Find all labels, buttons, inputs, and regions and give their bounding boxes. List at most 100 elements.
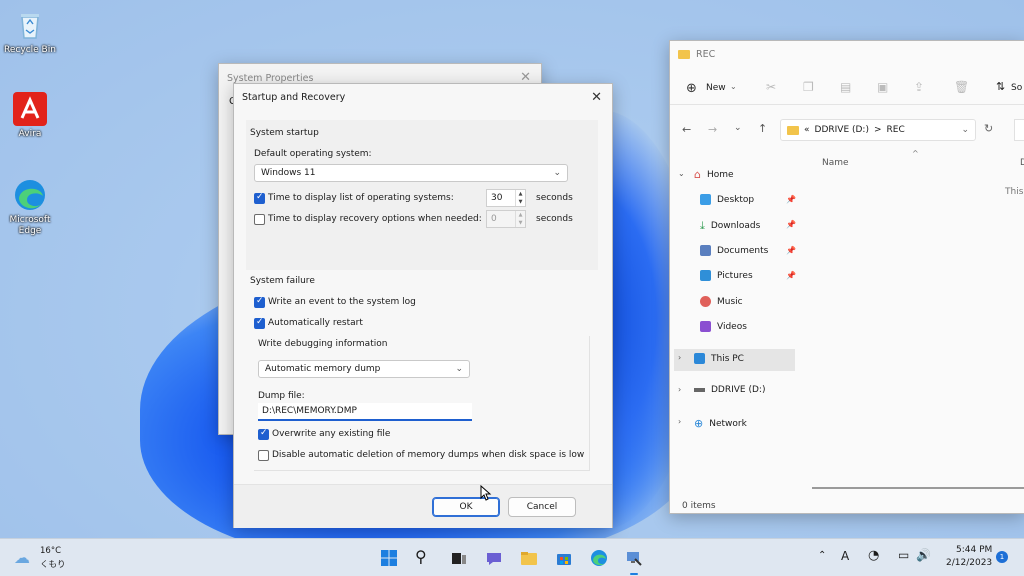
path-separator: >	[873, 125, 882, 135]
taskbar-time[interactable]: 5:44 PM	[956, 545, 992, 555]
desktop-icon-recycle-bin[interactable]: Recycle Bin	[0, 8, 60, 56]
column-header-date[interactable]: D	[1020, 158, 1024, 168]
desktop-icon-avira[interactable]: Avira	[0, 92, 60, 140]
spinner-arrows-icon[interactable]: ▲ ▼	[515, 190, 525, 206]
edge-taskbar-icon[interactable]	[590, 549, 608, 567]
cancel-button[interactable]: Cancel	[508, 497, 576, 517]
pin-icon[interactable]: 📌	[786, 271, 796, 280]
time-list-spinner[interactable]: 30 ▲ ▼	[486, 189, 526, 207]
explorer-title: REC	[696, 48, 716, 60]
dialog-close-icon[interactable]: ✕	[591, 90, 602, 105]
dump-file-input[interactable]: D:\REC\MEMORY.DMP	[258, 403, 472, 421]
pin-icon[interactable]: 📌	[786, 246, 796, 255]
nav-label: Desktop	[717, 194, 755, 205]
time-recovery-spinner[interactable]: 0 ▲ ▼	[486, 210, 526, 228]
teams-chat-icon[interactable]	[485, 549, 503, 567]
nav-label: This PC	[711, 353, 744, 364]
empty-folder-text: This	[1005, 187, 1024, 197]
search-box[interactable]	[1014, 119, 1024, 141]
expand-home-chevron-icon[interactable]: ⌄	[678, 169, 685, 178]
notification-badge[interactable]: 1	[996, 551, 1008, 563]
clock-focus-icon[interactable]: ◔	[868, 548, 879, 563]
volume-icon[interactable]: 🔊	[916, 548, 931, 562]
column-header-name[interactable]: Name	[822, 158, 849, 168]
expand-chevron-icon[interactable]: ›	[678, 417, 681, 426]
nav-item-this-pc[interactable]: This PC	[694, 353, 744, 364]
path-segment-drive[interactable]: DDRIVE (D:)	[815, 125, 869, 135]
paste-icon[interactable]: ▤	[840, 80, 851, 94]
ime-indicator[interactable]: A	[841, 549, 849, 563]
nav-label: Pictures	[717, 270, 753, 281]
up-arrow-icon[interactable]: ↑	[758, 122, 767, 135]
time-list-checkbox[interactable]	[254, 192, 265, 204]
weather-temperature[interactable]: 16°C	[40, 546, 61, 556]
new-button[interactable]: New	[706, 83, 726, 93]
delete-icon[interactable]: 🗑	[954, 80, 969, 94]
explorer-toolbar: ⊕ New ⌄ ✂ ❐ ▤ ▣ ⇪ 🗑 ⇅ So	[670, 71, 1024, 105]
desktop-icon-label: Recycle Bin	[4, 45, 56, 55]
rename-icon[interactable]: ▣	[877, 80, 888, 94]
nav-item-desktop[interactable]: Desktop	[700, 194, 754, 205]
nav-item-music[interactable]: Music	[700, 296, 743, 307]
copy-icon[interactable]: ❐	[803, 80, 814, 94]
nav-item-downloads[interactable]: ⤓ Downloads	[700, 219, 760, 233]
default-os-select[interactable]: Windows 11 ⌄	[254, 164, 568, 182]
nav-label: Documents	[717, 245, 769, 256]
forward-arrow-icon[interactable]: →	[708, 123, 717, 136]
explorer-titlebar: REC	[670, 41, 1024, 67]
sort-icon[interactable]: ⇅	[996, 80, 1005, 93]
taskbar-date[interactable]: 2/12/2023	[946, 558, 992, 568]
nav-item-network[interactable]: ⊕ Network	[694, 417, 747, 430]
network-status-icon[interactable]: ▭	[898, 548, 909, 562]
nav-label: Home	[706, 169, 734, 180]
store-icon[interactable]	[555, 549, 573, 567]
disable-delete-checkbox[interactable]	[258, 450, 269, 461]
pin-icon[interactable]: 📌	[786, 195, 796, 204]
debug-type-select[interactable]: Automatic memory dump ⌄	[258, 360, 470, 378]
nav-item-home[interactable]: ⌂ Home	[694, 168, 734, 181]
avira-icon	[13, 92, 47, 126]
download-arrow-icon: ⤓	[700, 219, 705, 232]
nav-item-pictures[interactable]: Pictures	[700, 270, 753, 281]
weather-description[interactable]: くもり	[40, 558, 66, 570]
nav-item-documents[interactable]: Documents	[700, 245, 768, 256]
search-icon[interactable]: ⚲	[415, 549, 433, 567]
nav-item-videos[interactable]: Videos	[700, 321, 747, 332]
drive-icon	[694, 388, 705, 392]
nav-label: Videos	[717, 321, 747, 332]
back-arrow-icon[interactable]: ←	[682, 123, 691, 136]
address-bar[interactable]: « DDRIVE (D:) > REC ⌄	[780, 119, 976, 141]
write-event-checkbox[interactable]	[254, 296, 265, 308]
recent-chevron-icon[interactable]: ⌄	[734, 123, 742, 133]
start-windows-icon[interactable]	[380, 549, 398, 567]
path-segment-folder[interactable]: REC	[887, 125, 905, 135]
expand-chevron-icon[interactable]: ›	[678, 385, 681, 394]
overwrite-label: Overwrite any existing file	[272, 429, 391, 439]
pin-icon[interactable]: 📌	[786, 220, 796, 229]
sort-button[interactable]: So	[1011, 83, 1022, 93]
nav-item-ddrive[interactable]: DDRIVE (D:)	[694, 385, 765, 395]
task-view-icon[interactable]	[450, 549, 468, 567]
sort-ascending-icon: ^	[912, 149, 919, 158]
taskbar: ☁ 16°C くもり ⚲ ⌃ A ◔ ▭ 🔊 5:44 PM 2/12/2023…	[0, 538, 1024, 576]
desktop-icon-edge[interactable]: Microsoft Edge	[0, 178, 60, 237]
expand-chevron-icon[interactable]: ›	[678, 353, 681, 362]
share-icon[interactable]: ⇪	[914, 80, 924, 94]
path-overflow[interactable]: «	[804, 125, 810, 135]
auto-restart-checkbox[interactable]	[254, 317, 265, 329]
chevron-down-icon[interactable]: ⌄	[961, 125, 969, 135]
cut-icon[interactable]: ✂	[766, 80, 776, 94]
file-explorer-taskbar-icon[interactable]	[520, 549, 538, 567]
chevron-down-icon: ⌄	[730, 82, 737, 91]
weather-cloud-icon[interactable]: ☁	[14, 548, 30, 567]
system-properties-taskbar-icon[interactable]	[625, 549, 643, 567]
overwrite-checkbox[interactable]	[258, 428, 269, 440]
refresh-icon[interactable]: ↻	[984, 122, 993, 135]
time-recovery-checkbox[interactable]	[254, 214, 265, 225]
chevron-up-icon[interactable]: ⌃	[818, 550, 826, 561]
spinner-arrows-icon[interactable]: ▲ ▼	[515, 211, 525, 227]
default-os-label: Default operating system:	[254, 149, 372, 159]
debug-info-label: Write debugging information	[258, 339, 388, 349]
horizontal-scrollbar[interactable]	[812, 487, 1024, 489]
time-list-value: 30	[491, 193, 503, 203]
